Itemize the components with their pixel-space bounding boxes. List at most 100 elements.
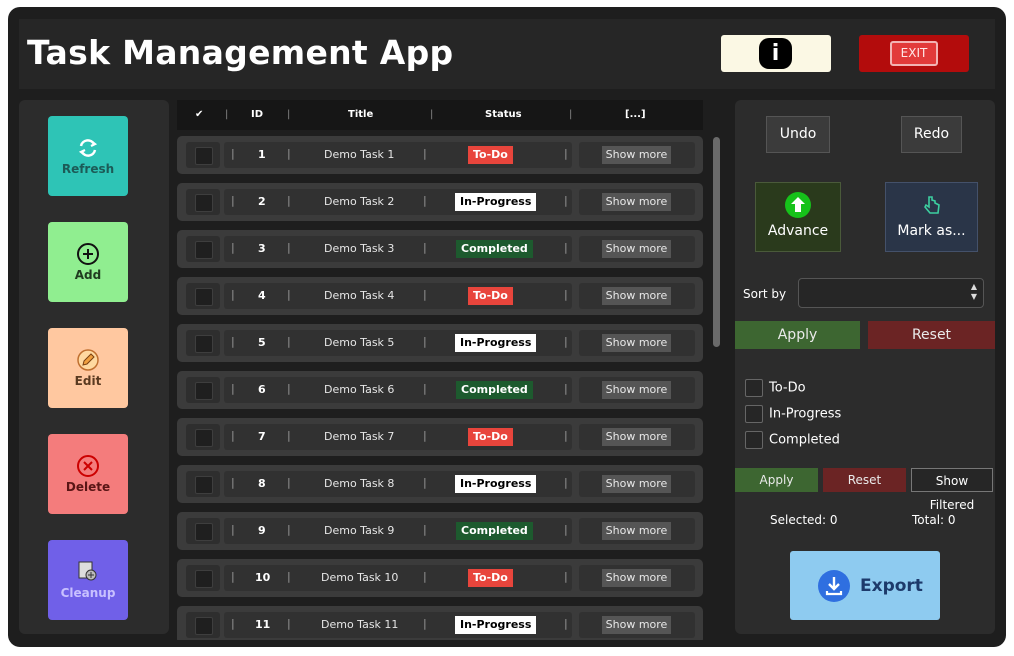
- row-separator: |: [287, 429, 291, 442]
- right-panel: Undo Redo Advance Mark as... Sort by ▲ ▼ …: [735, 100, 995, 634]
- show-more-button[interactable]: Show more: [602, 569, 671, 587]
- checkbox-box[interactable]: [745, 431, 763, 449]
- add-label: Add: [74, 268, 102, 282]
- show-filtered-button[interactable]: Show Filtered: [911, 468, 993, 512]
- table-row[interactable]: | 1 | Demo Task 1 | To-Do | Show more: [177, 136, 703, 174]
- advance-button[interactable]: Advance: [755, 182, 841, 252]
- row-separator: |: [423, 476, 427, 489]
- filter-completed-checkbox[interactable]: Completed: [745, 431, 840, 449]
- row-separator: |: [423, 147, 427, 160]
- redo-button[interactable]: Redo: [901, 116, 962, 153]
- add-button[interactable]: Add: [48, 222, 128, 302]
- status-badge: To-Do: [468, 569, 513, 587]
- cleanup-button[interactable]: Cleanup: [48, 540, 128, 620]
- row-checkbox[interactable]: [195, 476, 213, 494]
- export-button[interactable]: Export: [790, 551, 940, 620]
- row-separator: |: [287, 335, 291, 348]
- table-row[interactable]: | 6 | Demo Task 6 | Completed | Show more: [177, 371, 703, 409]
- row-id: 4: [258, 289, 266, 302]
- row-checkbox-cell[interactable]: [186, 471, 220, 497]
- row-separator: |: [564, 335, 568, 348]
- filter-reset-button[interactable]: Reset: [823, 468, 906, 492]
- show-more-button[interactable]: Show more: [602, 334, 671, 352]
- show-more-button[interactable]: Show more: [602, 287, 671, 305]
- row-checkbox[interactable]: [195, 382, 213, 400]
- show-more-button[interactable]: Show more: [602, 616, 671, 634]
- row-checkbox[interactable]: [195, 570, 213, 588]
- table-row[interactable]: | 9 | Demo Task 9 | Completed | Show more: [177, 512, 703, 550]
- row-checkbox[interactable]: [195, 241, 213, 259]
- sort-reset-button[interactable]: Reset: [868, 321, 995, 349]
- row-checkbox[interactable]: [195, 147, 213, 165]
- row-checkbox[interactable]: [195, 335, 213, 353]
- row-checkbox-cell[interactable]: [186, 189, 220, 215]
- edit-button[interactable]: Edit: [48, 328, 128, 408]
- row-checkbox-cell[interactable]: [186, 236, 220, 262]
- row-id: 7: [258, 430, 266, 443]
- undo-button[interactable]: Undo: [766, 116, 830, 153]
- row-separator: |: [564, 382, 568, 395]
- row-checkbox[interactable]: [195, 617, 213, 635]
- scrollbar-thumb[interactable]: [713, 137, 720, 347]
- filter-completed-label: Completed: [769, 432, 840, 448]
- row-id: 3: [258, 242, 266, 255]
- table-row[interactable]: | 5 | Demo Task 5 | In-Progress | Show more: [177, 324, 703, 362]
- checkbox-box[interactable]: [745, 379, 763, 397]
- row-separator: |: [423, 194, 427, 207]
- row-checkbox[interactable]: [195, 288, 213, 306]
- delete-button[interactable]: Delete: [48, 434, 128, 514]
- col-status: Status: [485, 109, 522, 120]
- filter-inprogress-label: In-Progress: [769, 406, 842, 422]
- row-id: 2: [258, 195, 266, 208]
- table-row[interactable]: | 4 | Demo Task 4 | To-Do | Show more: [177, 277, 703, 315]
- row-separator: |: [287, 241, 291, 254]
- filter-inprogress-checkbox[interactable]: In-Progress: [745, 405, 841, 423]
- info-button[interactable]: i: [721, 35, 831, 72]
- show-more-button[interactable]: Show more: [602, 522, 671, 540]
- row-checkbox-cell[interactable]: [186, 142, 220, 168]
- download-icon: [818, 570, 850, 602]
- show-more-button[interactable]: Show more: [602, 475, 671, 493]
- select-all-check-icon[interactable]: ✔: [195, 109, 203, 120]
- table-row[interactable]: | 11 | Demo Task 11 | In-Progress | Show more: [177, 606, 703, 640]
- row-separator: |: [423, 382, 427, 395]
- table-row[interactable]: | 2 | Demo Task 2 | In-Progress | Show more: [177, 183, 703, 221]
- mark-as-button[interactable]: Mark as...: [885, 182, 978, 252]
- show-more-button[interactable]: Show more: [602, 146, 671, 164]
- row-separator: |: [231, 617, 235, 630]
- row-checkbox[interactable]: [195, 194, 213, 212]
- show-more-button[interactable]: Show more: [602, 428, 671, 446]
- exit-button[interactable]: EXIT: [859, 35, 969, 72]
- table-row[interactable]: | 3 | Demo Task 3 | Completed | Show more: [177, 230, 703, 268]
- sort-apply-button[interactable]: Apply: [735, 321, 860, 349]
- row-separator: |: [564, 241, 568, 254]
- filter-apply-button[interactable]: Apply: [735, 468, 818, 492]
- row-separator: |: [231, 194, 235, 207]
- row-checkbox-cell[interactable]: [186, 518, 220, 544]
- row-checkbox-cell[interactable]: [186, 283, 220, 309]
- row-checkbox[interactable]: [195, 429, 213, 447]
- show-more-button[interactable]: Show more: [602, 381, 671, 399]
- filter-todo-checkbox[interactable]: To-Do: [745, 379, 806, 397]
- row-checkbox-cell[interactable]: [186, 565, 220, 591]
- show-more-button[interactable]: Show more: [602, 193, 671, 211]
- table-scrollbar[interactable]: [712, 137, 720, 633]
- table-row[interactable]: | 8 | Demo Task 8 | In-Progress | Show more: [177, 465, 703, 503]
- row-id: 8: [258, 477, 266, 490]
- show-more-button[interactable]: Show more: [602, 240, 671, 258]
- row-separator: |: [231, 476, 235, 489]
- table-row[interactable]: | 7 | Demo Task 7 | To-Do | Show more: [177, 418, 703, 456]
- cleanup-icon: [78, 561, 97, 581]
- row-checkbox[interactable]: [195, 523, 213, 541]
- row-checkbox-cell[interactable]: [186, 377, 220, 403]
- row-title: Demo Task 8: [324, 477, 395, 490]
- sort-by-select[interactable]: ▲ ▼: [798, 278, 984, 308]
- checkbox-box[interactable]: [745, 405, 763, 423]
- row-checkbox-cell[interactable]: [186, 612, 220, 638]
- row-separator: |: [287, 617, 291, 630]
- row-checkbox-cell[interactable]: [186, 424, 220, 450]
- refresh-icon: [78, 139, 98, 157]
- row-checkbox-cell[interactable]: [186, 330, 220, 356]
- refresh-button[interactable]: Refresh: [48, 116, 128, 196]
- table-row[interactable]: | 10 | Demo Task 10 | To-Do | Show more: [177, 559, 703, 597]
